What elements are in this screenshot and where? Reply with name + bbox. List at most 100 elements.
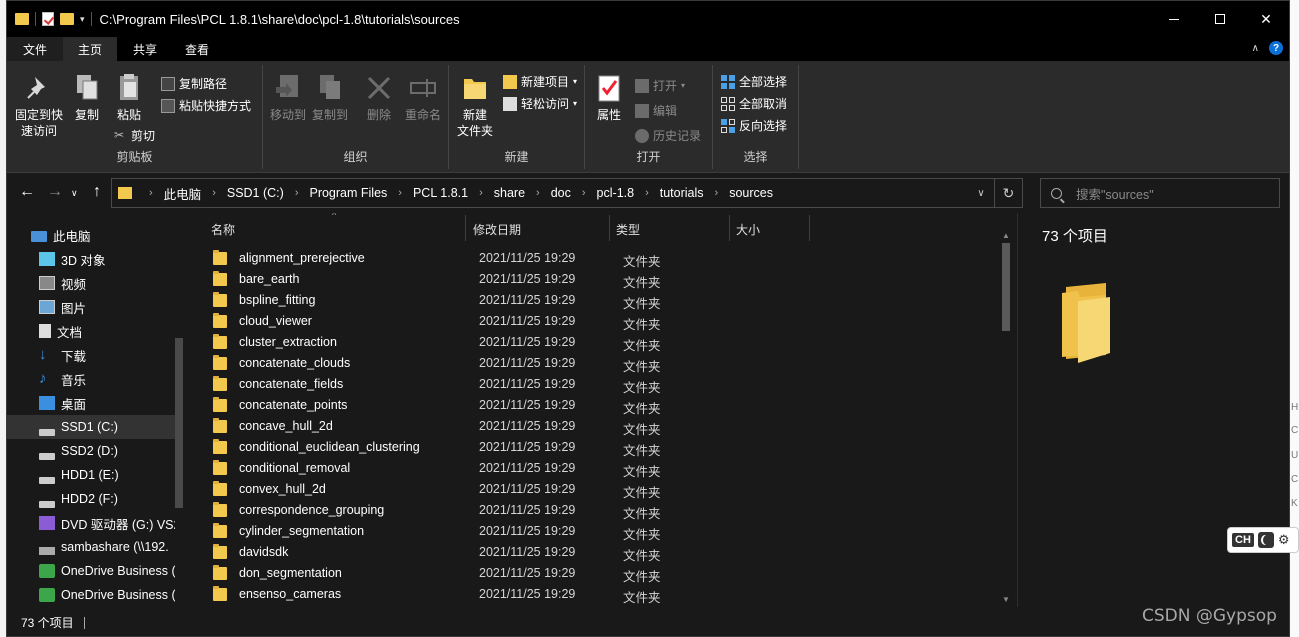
file-row[interactable]: convex_hull_2d 2021/11/25 19:29 文件夹	[213, 479, 993, 500]
file-row[interactable]: correspondence_grouping 2021/11/25 19:29 文…	[213, 500, 993, 521]
scroll-up-icon[interactable]: ▲	[999, 231, 1013, 240]
up-arrow-icon[interactable]: ↑	[93, 183, 101, 201]
collapse-ribbon-icon[interactable]: ∧	[1252, 43, 1259, 54]
sidebar-item[interactable]: 文档	[7, 319, 175, 343]
breadcrumb-separator-icon[interactable]: ›	[295, 187, 299, 199]
file-row[interactable]: ensenso_cameras 2021/11/25 19:29 文件夹	[213, 584, 993, 605]
file-row[interactable]: concave_hull_2d 2021/11/25 19:29 文件夹	[213, 416, 993, 437]
sidebar-item[interactable]: HDD2 (F:)	[7, 487, 175, 511]
breadcrumb-item[interactable]: doc	[551, 186, 571, 200]
sidebar-item[interactable]: 图片	[7, 295, 175, 319]
forward-arrow-icon[interactable]: →	[47, 183, 63, 201]
sidebar-item[interactable]: 此电脑	[7, 223, 175, 247]
sidebar-item[interactable]: DVD 驱动器 (G:) VS2	[7, 511, 175, 535]
new-folder-button[interactable]: 新建 文件夹	[453, 73, 497, 139]
rename-button[interactable]: 重命名	[403, 73, 443, 123]
open-button[interactable]: 打开 ▾	[635, 77, 685, 94]
copy-path-button[interactable]: 复制路径	[161, 75, 227, 92]
back-arrow-icon[interactable]: ←	[19, 183, 35, 201]
history-button[interactable]: 历史记录	[635, 127, 701, 144]
breadcrumb-separator-icon[interactable]: ›	[645, 187, 649, 199]
file-row[interactable]: concatenate_points 2021/11/25 19:29 文件夹	[213, 395, 993, 416]
breadcrumb-item[interactable]: tutorials	[660, 186, 704, 200]
file-row[interactable]: conditional_euclidean_clustering 2021/11/…	[213, 437, 993, 458]
file-row[interactable]: bare_earth 2021/11/25 19:29 文件夹	[213, 269, 993, 290]
customize-chevron-icon[interactable]: ▾	[80, 14, 85, 25]
file-row[interactable]: cloud_viewer 2021/11/25 19:29 文件夹	[213, 311, 993, 332]
invert-selection-button[interactable]: 反向选择	[721, 117, 787, 134]
sidebar-item[interactable]: OneDrive Business (	[7, 583, 175, 607]
sidebar-item[interactable]: SSD2 (D:)	[7, 439, 175, 463]
file-row[interactable]: concatenate_clouds 2021/11/25 19:29 文件夹	[213, 353, 993, 374]
ime-language[interactable]: CH	[1232, 533, 1254, 547]
copy-to-button[interactable]: 复制到	[311, 73, 349, 123]
breadcrumb-item[interactable]: pcl-1.8	[597, 186, 635, 200]
breadcrumb-item[interactable]: PCL 1.8.1	[413, 186, 468, 200]
sidebar-item[interactable]: HDD1 (E:)	[7, 463, 175, 487]
cut-button[interactable]: ✂ 剪切	[113, 127, 155, 144]
scrollbar-thumb[interactable]	[1002, 243, 1010, 331]
edit-button[interactable]: 编辑	[635, 102, 677, 119]
file-row[interactable]: alignment_prerejective 2021/11/25 19:29 文件…	[213, 248, 993, 269]
minimize-button[interactable]	[1151, 1, 1197, 37]
file-row[interactable]: cylinder_segmentation 2021/11/25 19:29 文件夹	[213, 521, 993, 542]
sidebar-item[interactable]: 3D 对象	[7, 247, 175, 271]
column-size[interactable]: 大小	[736, 221, 760, 238]
new-item-button[interactable]: 新建项目 ▾	[503, 73, 577, 90]
sidebar-item[interactable]: SSD1 (C:)	[7, 415, 175, 439]
maximize-button[interactable]	[1197, 1, 1243, 37]
select-all-button[interactable]: 全部选择	[721, 73, 787, 90]
breadcrumb-separator-icon[interactable]: ›	[479, 187, 483, 199]
breadcrumb-separator-icon[interactable]: ›	[715, 187, 719, 199]
column-name[interactable]: 名称	[211, 221, 235, 238]
file-row[interactable]: bspline_fitting 2021/11/25 19:29 文件夹	[213, 290, 993, 311]
breadcrumb-item[interactable]: sources	[729, 186, 773, 200]
address-history-chevron-icon[interactable]: ∨	[968, 188, 994, 199]
moon-icon[interactable]	[1257, 532, 1274, 548]
search-box[interactable]: 搜索"sources"	[1040, 178, 1280, 208]
tab-share[interactable]: 共享	[117, 37, 171, 61]
breadcrumb-item[interactable]: SSD1 (C:)	[227, 186, 284, 200]
breadcrumb-item[interactable]: 此电脑	[164, 184, 202, 203]
breadcrumb-item[interactable]: Program Files	[309, 186, 387, 200]
sidebar-item[interactable]: 视频	[7, 271, 175, 295]
paste-button[interactable]: 粘贴	[111, 73, 147, 123]
divider[interactable]	[609, 215, 610, 241]
breadcrumb-item[interactable]: share	[494, 186, 525, 200]
ime-toolbar[interactable]: CH ⚙	[1227, 527, 1299, 553]
file-row[interactable]: conditional_removal 2021/11/25 19:29 文件夹	[213, 458, 993, 479]
properties-icon[interactable]	[42, 12, 54, 26]
file-row[interactable]: davidsdk 2021/11/25 19:29 文件夹	[213, 542, 993, 563]
refresh-icon[interactable]: ↻	[994, 179, 1022, 207]
new-folder-icon[interactable]	[60, 13, 74, 25]
divider[interactable]	[729, 215, 730, 241]
breadcrumb-separator-icon[interactable]: ›	[149, 187, 153, 199]
easy-access-button[interactable]: 轻松访问 ▾	[503, 95, 577, 112]
breadcrumb-separator-icon[interactable]: ›	[536, 187, 540, 199]
address-bar[interactable]: › 此电脑 › SSD1 (C:) › Program Files › PCL 1.8.1 › s…	[111, 178, 1023, 208]
file-row[interactable]: cluster_extraction 2021/11/25 19:29 文件夹	[213, 332, 993, 353]
copy-button[interactable]: 复制	[69, 73, 105, 123]
sidebar-item[interactable]: OneDrive Business (	[7, 559, 175, 583]
close-button[interactable]: ✕	[1243, 1, 1289, 37]
file-row[interactable]: don_segmentation 2021/11/25 19:29 文件夹	[213, 563, 993, 584]
vertical-scrollbar[interactable]: ▲ ▼	[999, 231, 1013, 607]
scroll-down-icon[interactable]: ▼	[999, 595, 1013, 604]
sidebar-item[interactable]: sambashare (\\192.	[7, 535, 175, 559]
tab-home[interactable]: 主页	[63, 37, 117, 61]
divider[interactable]	[809, 215, 810, 241]
divider[interactable]	[465, 215, 466, 241]
sidebar-scrollbar-thumb[interactable]	[175, 338, 183, 508]
select-none-button[interactable]: 全部取消	[721, 95, 787, 112]
help-icon[interactable]: ?	[1269, 41, 1283, 55]
file-row[interactable]: concatenate_fields 2021/11/25 19:29 文件夹	[213, 374, 993, 395]
properties-button[interactable]: 属性	[593, 73, 625, 123]
gear-icon[interactable]: ⚙	[1278, 532, 1290, 548]
tab-file[interactable]: 文件	[7, 37, 63, 61]
sidebar-item[interactable]: ♪ 音乐	[7, 367, 175, 391]
recent-chevron-icon[interactable]: ∨	[71, 188, 78, 199]
breadcrumb-separator-icon[interactable]: ›	[212, 187, 216, 199]
sidebar-item[interactable]: 桌面	[7, 391, 175, 415]
paste-shortcut-button[interactable]: 粘贴快捷方式	[161, 97, 251, 114]
tab-view[interactable]: 查看	[171, 37, 221, 61]
